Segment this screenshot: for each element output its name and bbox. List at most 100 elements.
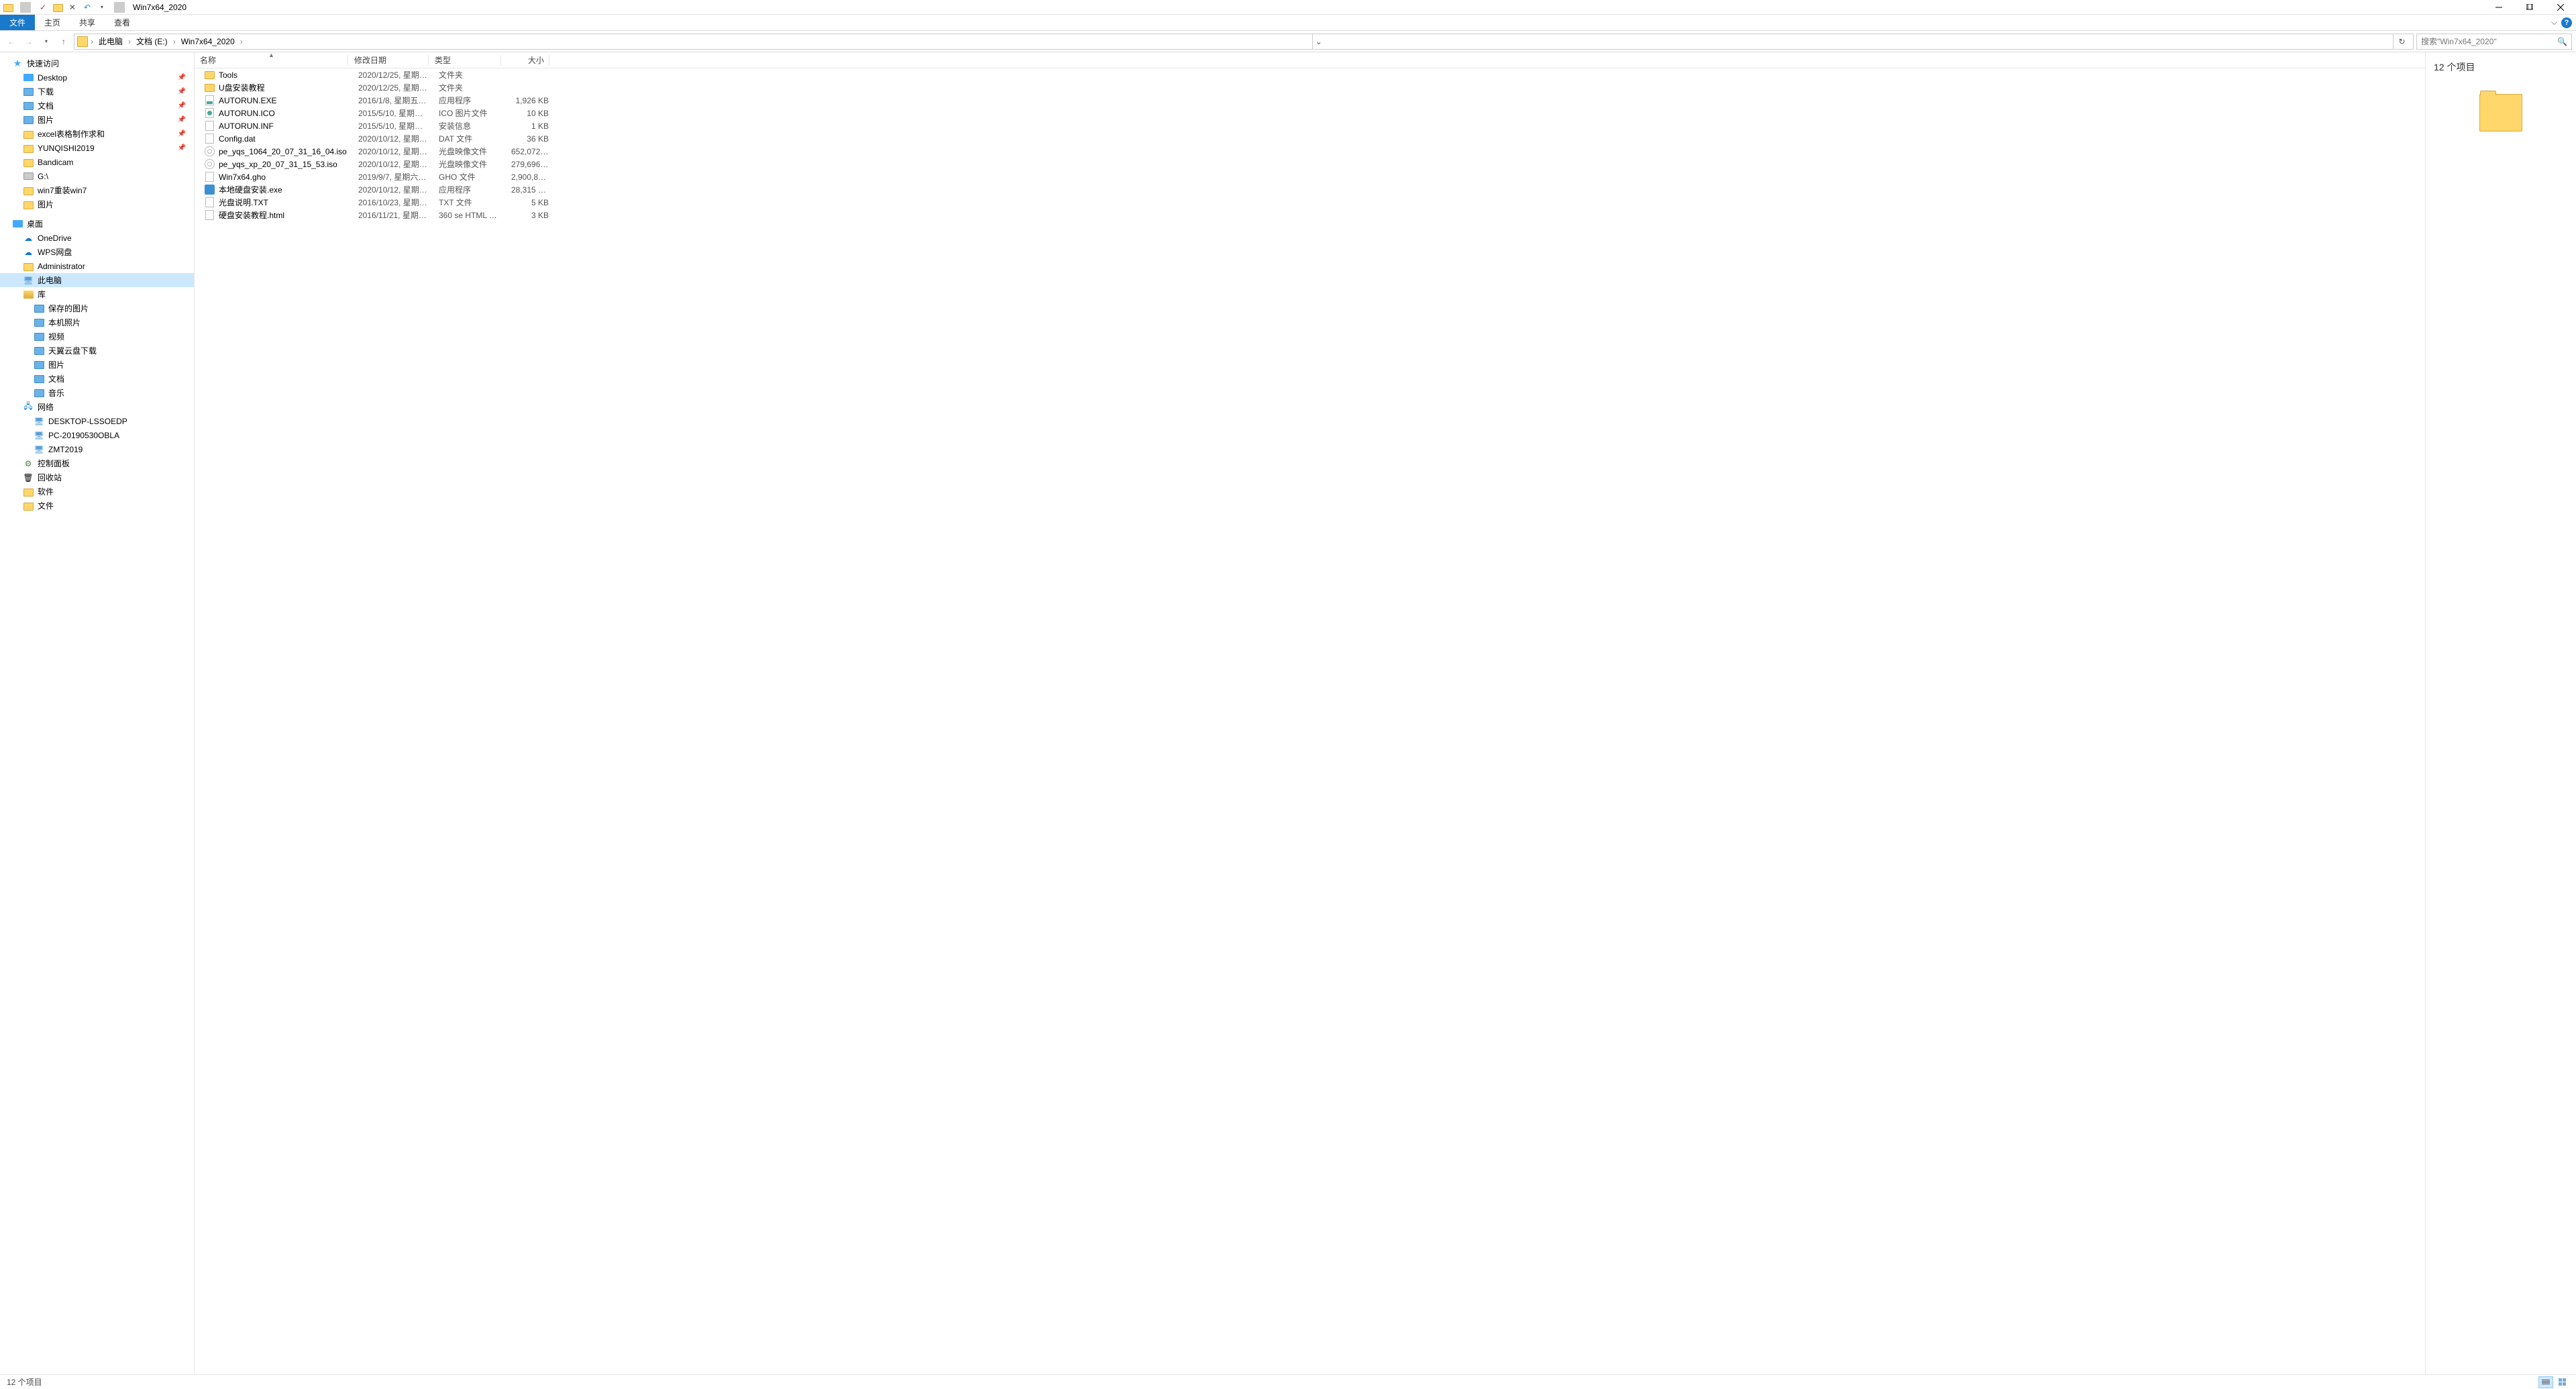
sidebar-item[interactable]: 文档	[0, 372, 194, 386]
sidebar-item[interactable]: G:\	[0, 169, 194, 183]
file-row[interactable]: AUTORUN.EXE2016/1/8, 星期五 04:...应用程序1,926…	[195, 94, 2425, 107]
nav-forward-button[interactable]: →	[21, 34, 36, 49]
sidebar-item[interactable]: 🖥ZMT2019	[0, 442, 194, 456]
sidebar-item[interactable]: ⚙控制面板	[0, 456, 194, 470]
sidebar-item[interactable]: 视频	[0, 329, 194, 344]
properties-icon[interactable]: ✓	[38, 2, 48, 13]
file-row[interactable]: 本地硬盘安装.exe2020/10/12, 星期一 1...应用程序28,315…	[195, 183, 2425, 196]
pin-icon: 📌	[178, 88, 186, 95]
tab-home[interactable]: 主页	[35, 15, 70, 30]
file-row[interactable]: 光盘说明.TXT2016/10/23, 星期日 0...TXT 文件5 KB	[195, 196, 2425, 209]
sidebar-item[interactable]: 🖥DESKTOP-LSSOEDP	[0, 414, 194, 428]
sidebar-item[interactable]: 文件	[0, 499, 194, 513]
file-row[interactable]: pe_yqs_1064_20_07_31_16_04.iso2020/10/12…	[195, 145, 2425, 158]
sidebar-item[interactable]: 音乐	[0, 386, 194, 400]
breadcrumb-sep[interactable]: ›	[89, 37, 95, 46]
pin-icon: 📌	[178, 116, 186, 123]
folder-blue-icon	[23, 87, 34, 97]
folder-icon	[23, 185, 34, 196]
qat-separator	[20, 2, 31, 13]
maximize-button[interactable]	[2514, 0, 2545, 15]
search-input[interactable]	[2421, 37, 2557, 46]
sidebar-item[interactable]: 天翼云盘下载	[0, 344, 194, 358]
sidebar-item[interactable]: ☁OneDrive	[0, 231, 194, 245]
breadcrumb-1[interactable]: 文档 (E:)	[133, 36, 170, 47]
new-folder-icon[interactable]	[52, 2, 63, 13]
sidebar-network[interactable]: 🖧 网络	[0, 400, 194, 414]
close-tab-icon[interactable]: ✕	[67, 2, 78, 13]
sidebar-item[interactable]: 图片	[0, 197, 194, 211]
nav-recent-dropdown[interactable]: ▾	[39, 34, 54, 49]
file-row[interactable]: AUTORUN.ICO2015/5/10, 星期日 02...ICO 图片文件1…	[195, 107, 2425, 119]
breadcrumb-2[interactable]: Win7x64_2020	[178, 37, 237, 46]
sidebar-item-label: Desktop	[38, 73, 67, 83]
sidebar-item[interactable]: 保存的图片	[0, 301, 194, 315]
sidebar-item[interactable]: 🗑回收站	[0, 470, 194, 484]
sidebar-item[interactable]: 🖥PC-20190530OBLA	[0, 428, 194, 442]
file-row[interactable]: AUTORUN.INF2015/5/10, 星期日 02...安装信息1 KB	[195, 119, 2425, 132]
sidebar-desktop[interactable]: 桌面	[0, 217, 194, 231]
sidebar-item-label: DESKTOP-LSSOEDP	[48, 417, 127, 426]
sidebar-item[interactable]: 库	[0, 287, 194, 301]
breadcrumb-sep[interactable]: ›	[239, 37, 244, 46]
qat-dropdown-icon[interactable]: ▾	[97, 2, 107, 13]
view-details-button[interactable]	[2538, 1376, 2553, 1388]
view-large-icons-button[interactable]	[2555, 1376, 2569, 1388]
sidebar-item[interactable]: YUNQISHI2019📌	[0, 141, 194, 155]
breadcrumb-0[interactable]: 此电脑	[96, 36, 125, 47]
breadcrumb-sep[interactable]: ›	[127, 37, 132, 46]
file-icon	[204, 172, 215, 183]
column-size[interactable]: 大小	[502, 52, 550, 68]
sidebar-item[interactable]: excel表格制作求和📌	[0, 127, 194, 141]
file-size: 10 KB	[506, 109, 554, 118]
file-row[interactable]: Config.dat2020/10/12, 星期一 1...DAT 文件36 K…	[195, 132, 2425, 145]
sidebar-item[interactable]: Administrator	[0, 259, 194, 273]
preview-pane: 12 个项目	[2425, 52, 2576, 1374]
column-type[interactable]: 类型	[429, 52, 502, 68]
sidebar-item[interactable]: Bandicam	[0, 155, 194, 169]
address-box[interactable]: › 此电脑 › 文档 (E:) › Win7x64_2020 › ⌄ ↻	[74, 34, 2414, 50]
nav-up-button[interactable]: ↑	[56, 34, 71, 49]
sidebar-item-label: 回收站	[38, 472, 62, 483]
search-box[interactable]: 🔍	[2416, 34, 2572, 50]
column-date[interactable]: 修改日期	[349, 52, 429, 68]
nav-back-button[interactable]: ←	[4, 34, 19, 49]
tab-file[interactable]: 文件	[0, 15, 35, 30]
star-icon: ★	[12, 58, 23, 69]
pc-icon: 🖥	[34, 430, 44, 441]
file-type: ICO 图片文件	[433, 107, 506, 119]
ribbon-expand-icon[interactable]: ⌵	[2551, 17, 2557, 28]
sidebar-item[interactable]: 本机照片	[0, 315, 194, 329]
file-row[interactable]: U盘安装教程2020/12/25, 星期五 1...文件夹	[195, 81, 2425, 94]
refresh-button[interactable]: ↻	[2393, 34, 2410, 49]
sidebar-item[interactable]: 图片	[0, 358, 194, 372]
file-row[interactable]: 硬盘安装教程.html2016/11/21, 星期一 2...360 se HT…	[195, 209, 2425, 221]
file-list[interactable]: ▲名称 修改日期 类型 大小 Tools2020/12/25, 星期五 1...…	[195, 52, 2425, 1374]
folder-icon	[3, 2, 13, 13]
undo-icon[interactable]: ↶	[82, 2, 93, 13]
sidebar-item-label: 本机照片	[48, 317, 80, 328]
tab-view[interactable]: 查看	[105, 15, 140, 30]
close-button[interactable]	[2545, 0, 2576, 15]
file-row[interactable]: Win7x64.gho2019/9/7, 星期六 19:...GHO 文件2,9…	[195, 170, 2425, 183]
breadcrumb-sep[interactable]: ›	[172, 37, 177, 46]
sidebar-item[interactable]: 图片 📌	[0, 113, 194, 127]
address-history-dropdown[interactable]: ⌄	[1312, 34, 1324, 49]
minimize-button[interactable]	[2483, 0, 2514, 15]
file-size: 1,926 KB	[506, 96, 554, 105]
column-name[interactable]: ▲名称	[195, 52, 349, 68]
sidebar-item[interactable]: 🖥此电脑	[0, 273, 194, 287]
tab-share[interactable]: 共享	[70, 15, 105, 30]
sidebar-item-label: 图片	[38, 114, 54, 125]
sidebar-item[interactable]: 下载📌	[0, 85, 194, 99]
sidebar-item[interactable]: 软件	[0, 484, 194, 499]
sidebar-item[interactable]: win7重装win7	[0, 183, 194, 197]
sidebar-item[interactable]: Desktop📌	[0, 70, 194, 85]
file-row[interactable]: Tools2020/12/25, 星期五 1...文件夹	[195, 68, 2425, 81]
sidebar-item[interactable]: ☁WPS网盘	[0, 245, 194, 259]
help-icon[interactable]: ?	[2561, 17, 2572, 28]
file-row[interactable]: pe_yqs_xp_20_07_31_15_53.iso2020/10/12, …	[195, 158, 2425, 170]
sidebar-quick-access[interactable]: ★ 快速访问	[0, 56, 194, 70]
sidebar-item[interactable]: 文档📌	[0, 99, 194, 113]
search-icon[interactable]: 🔍	[2557, 37, 2567, 46]
